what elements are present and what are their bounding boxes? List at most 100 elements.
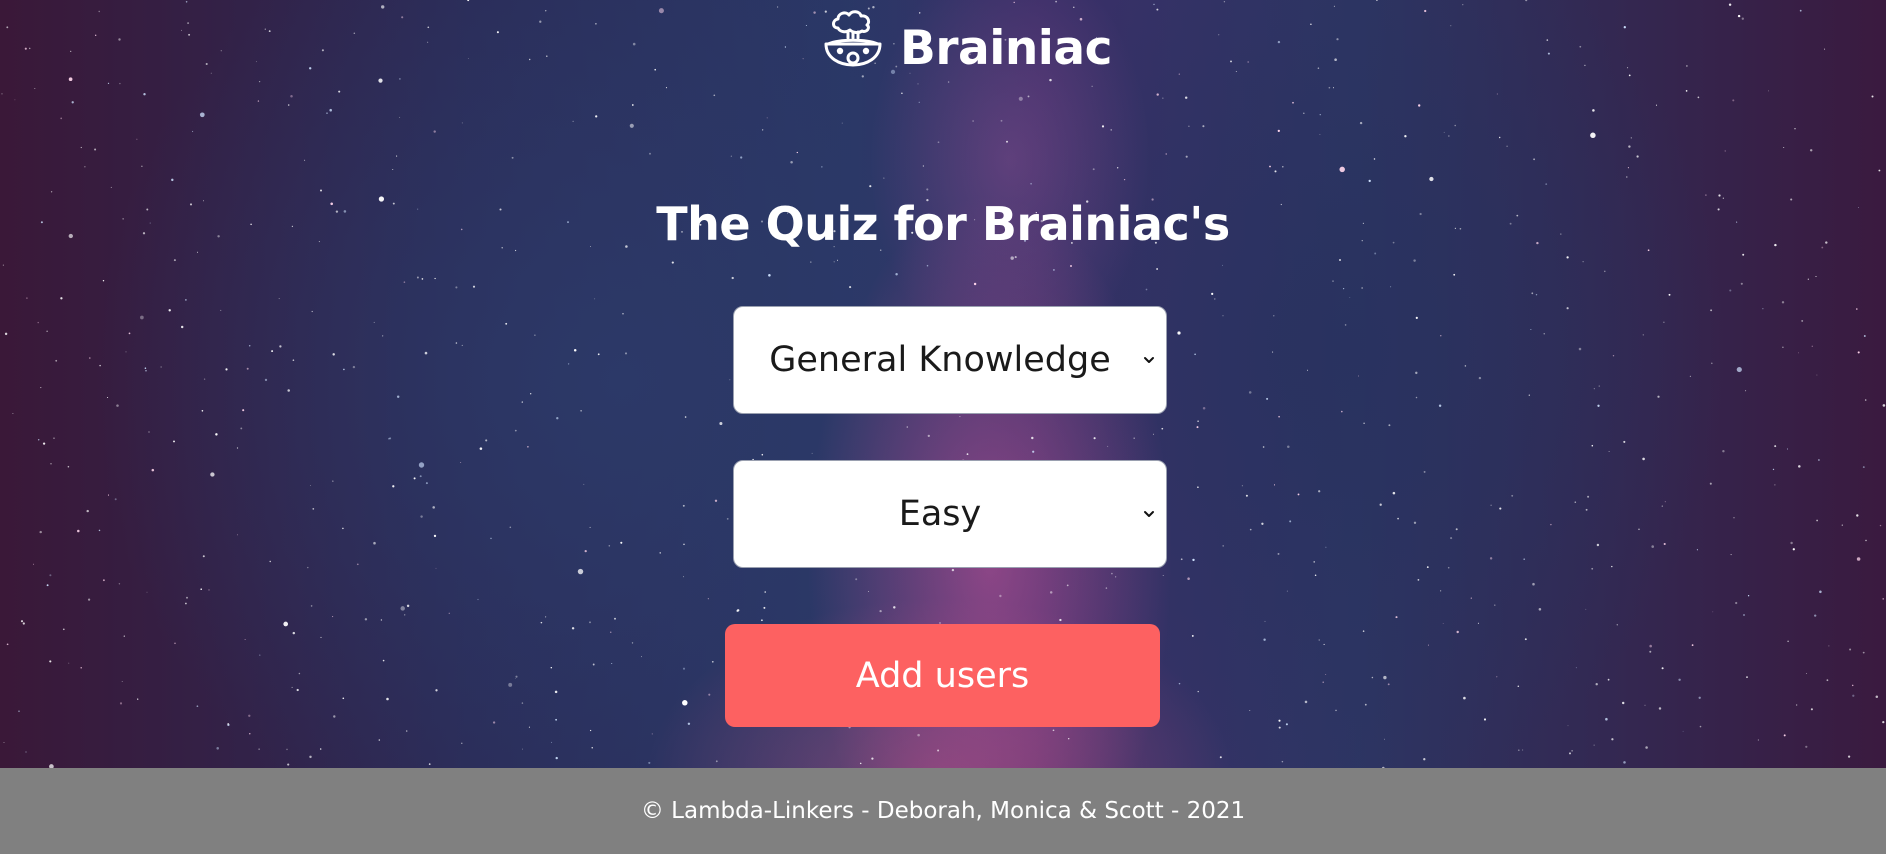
star (1782, 346, 1784, 349)
star (1264, 620, 1266, 622)
star (343, 368, 345, 371)
star (268, 30, 271, 33)
star (185, 602, 187, 605)
star (1165, 153, 1167, 155)
add-users-button[interactable]: Add users (725, 624, 1160, 727)
star (84, 166, 86, 168)
star (1070, 265, 1072, 267)
star (926, 264, 929, 267)
star (1362, 630, 1365, 632)
star (1274, 170, 1277, 173)
star (1597, 404, 1600, 407)
star (102, 279, 105, 282)
star (1578, 347, 1582, 351)
star (199, 112, 205, 118)
star (1783, 146, 1785, 149)
star (427, 26, 430, 29)
star (1863, 335, 1866, 337)
star (1774, 484, 1776, 486)
star (1815, 275, 1817, 278)
star (401, 16, 404, 19)
star (403, 281, 406, 283)
star (959, 416, 961, 418)
star (1882, 404, 1886, 407)
star (1263, 638, 1266, 641)
star (901, 92, 903, 94)
star (1587, 495, 1590, 498)
star (1689, 375, 1692, 378)
star (492, 721, 496, 724)
star (404, 614, 406, 616)
star (1595, 683, 1598, 686)
star (821, 166, 823, 168)
star (1303, 112, 1305, 114)
star (118, 583, 121, 585)
star (1522, 749, 1524, 751)
star (37, 321, 39, 324)
star (1156, 8, 1159, 11)
star (1162, 575, 1164, 576)
star (264, 378, 268, 382)
star (1627, 67, 1629, 69)
star (1849, 648, 1852, 651)
star (1531, 292, 1534, 295)
star (1222, 315, 1224, 317)
star (1781, 301, 1785, 304)
star (869, 185, 872, 188)
footer: © Lambda-Linkers - Deborah, Monica & Sco… (0, 768, 1886, 854)
star (1882, 598, 1884, 600)
star (1882, 720, 1885, 724)
star (1110, 129, 1112, 131)
star (1798, 465, 1801, 468)
star (1456, 630, 1459, 634)
star (257, 100, 260, 102)
star (332, 616, 334, 618)
star (1310, 23, 1312, 26)
star (714, 499, 718, 502)
star (1585, 508, 1588, 511)
star (1184, 96, 1188, 99)
star (572, 120, 574, 122)
star (1359, 121, 1363, 125)
star (1418, 104, 1421, 107)
star (1319, 114, 1321, 116)
star (1478, 376, 1482, 380)
difficulty-select[interactable]: Easy (733, 460, 1167, 568)
star (1261, 522, 1264, 525)
star (1297, 493, 1300, 496)
star (220, 50, 222, 52)
category-select[interactable]: General Knowledge (733, 306, 1167, 414)
star (1636, 155, 1639, 158)
star (1123, 178, 1126, 181)
star (485, 439, 488, 442)
star (1332, 280, 1334, 283)
star (1528, 394, 1530, 396)
star (545, 10, 547, 12)
star (1651, 545, 1654, 548)
star (515, 675, 518, 678)
star (46, 584, 49, 587)
star (1387, 683, 1390, 686)
star (1222, 545, 1225, 547)
star (140, 315, 144, 320)
star (6, 643, 9, 646)
brand-header[interactable]: Brainiac (818, 8, 1112, 88)
star (1202, 407, 1206, 410)
star (1841, 524, 1843, 526)
star (116, 404, 119, 407)
star (1470, 597, 1472, 599)
star (687, 722, 691, 726)
star (310, 605, 313, 607)
star (1628, 74, 1631, 77)
star (1368, 179, 1371, 183)
star (1162, 97, 1164, 99)
star (353, 32, 356, 34)
star (1448, 135, 1450, 137)
star (1566, 307, 1569, 310)
star (683, 576, 685, 578)
star (1626, 176, 1628, 178)
star (631, 642, 634, 644)
star (146, 591, 148, 593)
star (999, 594, 1002, 598)
star (555, 756, 558, 760)
